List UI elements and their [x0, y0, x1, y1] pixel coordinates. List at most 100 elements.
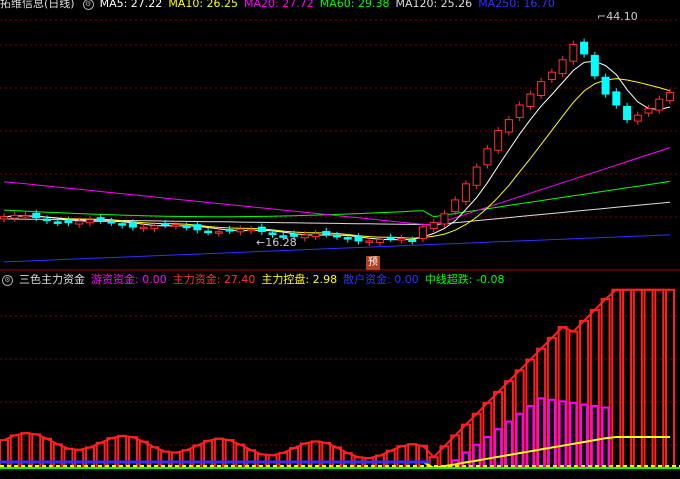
candle-body-40 [429, 222, 438, 229]
high-price-label: 44.10 [606, 10, 638, 23]
capital-panel-header: ⚙ 三色主力资金 游资资金: 0.00 主力资金: 27.40 主力控盘: 2.98 散户… [0, 273, 516, 287]
hot-money-bar-48 [515, 412, 524, 469]
low-price-label: 16.28 [265, 236, 297, 249]
candle-body-38 [408, 239, 417, 243]
hot-money-bar-44 [472, 443, 481, 469]
candle-body-17 [182, 225, 191, 229]
main-capital-bar-10 [106, 437, 117, 470]
ma20-line [3, 147, 671, 226]
ma-label-0: MA5: 27.22 [99, 0, 163, 10]
candle-body-23 [247, 228, 256, 232]
candle-body-35 [375, 238, 384, 243]
candle-body-52 [558, 59, 567, 75]
stock-title: 拓维信息(日线) [0, 0, 75, 10]
main-capital-bar-8 [84, 446, 95, 470]
main-capital-bar-31 [332, 446, 343, 470]
main-capital-bar-58 [622, 288, 633, 469]
main-capital-bar-20 [213, 437, 224, 470]
candle-body-20 [214, 231, 223, 234]
candle-body-25 [268, 232, 277, 235]
main-capital-bar-18 [192, 444, 203, 470]
candle-body-43 [461, 183, 470, 202]
candle-body-47 [504, 119, 513, 133]
ma-label-2: MA20: 27.72 [244, 0, 314, 10]
capital-label-0: 游资资金: 0.00 [91, 273, 167, 286]
candle-body-48 [515, 104, 524, 118]
candle-body-21 [225, 229, 234, 232]
main-capital-bar-9 [95, 441, 106, 470]
forecast-badge[interactable]: 预 [366, 256, 380, 270]
hot-money-bar-49 [526, 405, 535, 469]
main-capital-bar-0 [0, 439, 9, 470]
candle-body-3 [32, 212, 41, 219]
candle-body-53 [569, 43, 578, 62]
candle-body-46 [494, 130, 503, 151]
candle-body-7 [75, 220, 84, 225]
ma-indicator-list: MA5: 27.22 MA10: 26.25 MA20: 27.72 MA60: 29… [100, 0, 561, 10]
hot-money-bar-51 [547, 398, 556, 469]
main-capital-bar-37 [396, 445, 407, 469]
candle-body-2 [21, 215, 30, 218]
candle-body-39 [418, 226, 427, 240]
candle-body-22 [236, 228, 245, 233]
candle-body-8 [85, 219, 94, 224]
hot-money-bar-54 [580, 403, 589, 470]
candle-body-9 [96, 217, 105, 221]
hot-money-bar-45 [483, 436, 492, 469]
hot-money-bar-52 [558, 400, 567, 470]
candle-body-4 [42, 218, 51, 222]
candle-body-16 [171, 224, 180, 227]
candle-body-58 [623, 105, 632, 121]
main-capital-bar-4 [41, 437, 52, 469]
candle-body-51 [547, 71, 556, 80]
candle-body-5 [53, 221, 62, 224]
settings-circle-icon-2[interactable]: ⚙ [2, 274, 13, 286]
indicator-title: 三色主力资金 [19, 273, 85, 286]
candle-body-42 [451, 199, 460, 213]
main-capital-bar-30 [321, 441, 332, 470]
capital-label-4: 中线超跌: -0.08 [424, 273, 505, 286]
candle-body-24 [257, 226, 266, 232]
main-capital-bar-28 [299, 442, 310, 469]
hot-money-bar-47 [504, 420, 513, 469]
main-capital-bar-14 [149, 446, 160, 469]
candle-body-28 [300, 234, 309, 239]
low-price-annotation: ←16.28 [256, 236, 297, 249]
candle-body-11 [118, 223, 127, 226]
candle-body-32 [343, 237, 352, 240]
candle-body-56 [601, 76, 610, 95]
candle-body-18 [193, 224, 202, 231]
candle-body-29 [311, 233, 320, 237]
candle-body-30 [322, 230, 331, 235]
main-capital-bar-22 [235, 443, 246, 469]
candle-body-54 [580, 41, 589, 55]
candle-body-1 [10, 214, 19, 219]
high-price-annotation: ⌐44.10 [597, 10, 638, 23]
candle-body-12 [128, 222, 137, 228]
hot-money-bar-46 [494, 428, 503, 469]
candle-body-14 [150, 225, 159, 230]
candle-body-19 [204, 230, 213, 234]
hot-money-bar-55 [590, 405, 599, 469]
candle-body-6 [64, 219, 73, 224]
candle-body-10 [107, 221, 116, 224]
candle-body-36 [386, 236, 395, 240]
main-capital-bar-21 [224, 439, 235, 469]
candle-body-41 [440, 213, 449, 225]
candle-body-60 [644, 108, 653, 114]
candle-body-59 [633, 114, 642, 122]
capital-label-1: 主力资金: 27.40 [172, 273, 256, 286]
price-panel-header: 拓维信息(日线) ⚙ MA5: 27.22 MA10: 26.25 MA20: 27.7… [0, 0, 567, 11]
candle-body-37 [397, 238, 406, 241]
capital-label-2: 主力控盘: 2.98 [261, 273, 338, 286]
candle-body-0 [0, 216, 8, 220]
hot-money-bar-53 [569, 401, 578, 469]
candle-body-13 [139, 226, 148, 230]
candle-body-33 [354, 236, 363, 242]
candle-body-50 [537, 81, 546, 97]
settings-circle-icon[interactable]: ⚙ [82, 0, 94, 10]
chart-canvas[interactable] [0, 0, 680, 479]
candle-body-57 [612, 91, 621, 106]
candle-body-45 [483, 148, 492, 166]
capital-indicator-list: 游资资金: 0.00 主力资金: 27.40 主力控盘: 2.98 散户资金: 0.0… [91, 273, 510, 286]
